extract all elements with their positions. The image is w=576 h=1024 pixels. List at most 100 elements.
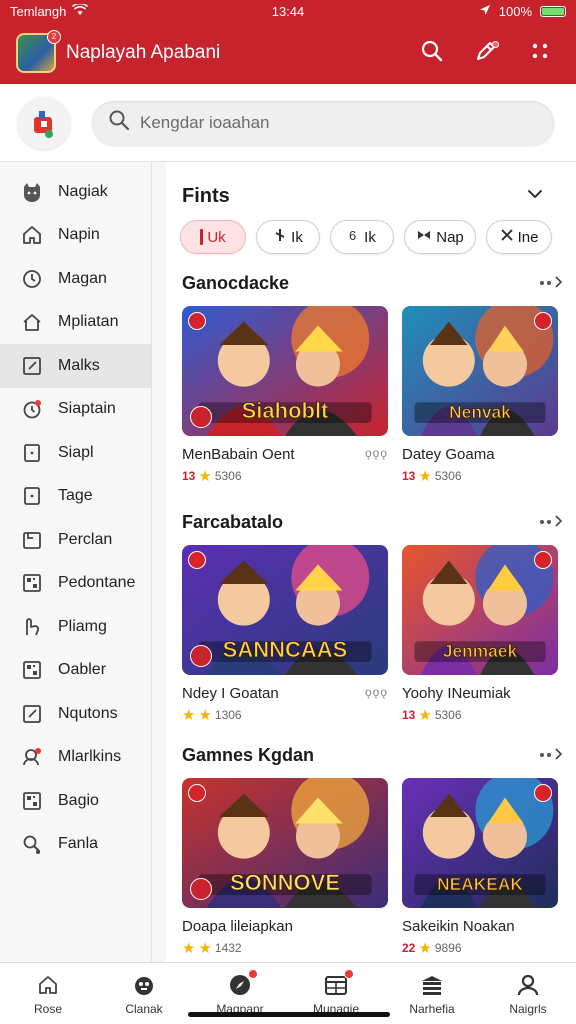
game-card[interactable]: Nenvak Datey Goama 13 ★ 5306 <box>402 306 558 485</box>
game-card[interactable]: Jenmaek Yoohy INeumiak 13 ★ 5306 <box>402 545 558 724</box>
play-icon[interactable] <box>190 406 212 428</box>
game-title: Sakeikin Noakan <box>402 918 515 935</box>
sidebar-item-bagio[interactable]: Bagio <box>0 779 151 823</box>
user-avatar[interactable] <box>18 96 70 149</box>
home-indicator[interactable] <box>188 1012 390 1017</box>
sidebar-item-malks[interactable]: Malks <box>0 344 151 388</box>
favorite-badge-icon[interactable] <box>534 784 552 802</box>
search-person-icon <box>20 832 44 856</box>
star-icon: ★ <box>198 940 212 957</box>
favorite-badge-icon[interactable] <box>188 312 206 330</box>
more-options-icon[interactable]: ǫǫǫ <box>365 685 388 702</box>
star-icon: ★ <box>182 940 196 957</box>
app-logo[interactable]: 2 <box>16 30 61 73</box>
favorite-badge-icon[interactable] <box>188 551 206 569</box>
svg-text:NEAKEAK: NEAKEAK <box>437 874 523 894</box>
section-title: Ganocdacke <box>182 272 290 293</box>
game-section: Ganocdacke Siahoblt MenBabain Oent ǫǫǫ 13 ★… <box>182 268 563 485</box>
card-title-row: Sakeikin Noakan <box>402 918 558 935</box>
sidebar-item-perclan[interactable]: Perclan <box>0 518 151 562</box>
grid-icon <box>20 789 44 813</box>
game-thumbnail[interactable]: Nenvak <box>402 306 558 436</box>
game-card[interactable]: Siahoblt MenBabain Oent ǫǫǫ 13 ★ 5306 <box>182 306 388 485</box>
card-title-row: Yoohy INeumiak <box>402 685 558 702</box>
chip-label: Ine <box>517 228 539 246</box>
chevron-down-icon[interactable] <box>526 185 544 208</box>
filter-header[interactable]: Fints <box>166 176 558 216</box>
chip-icon <box>416 228 432 246</box>
filter-chip[interactable]: Ine <box>486 220 552 254</box>
sidebar-item-label: Pliamg <box>58 617 107 635</box>
svg-text:Siahoblt: Siahoblt <box>242 398 329 423</box>
sidebar-item-siapl[interactable]: Siapl <box>0 431 151 475</box>
play-icon[interactable] <box>190 878 212 900</box>
sidebar-item-fanla[interactable]: Fanla <box>0 823 151 867</box>
game-card[interactable]: SONNOVE Doapa lileiapkan ★ ★ 1432 <box>182 778 388 957</box>
nav-clanak[interactable]: Clanak <box>96 963 192 1024</box>
star-icon: ★ <box>418 707 432 724</box>
meta-count: 1432 <box>214 941 242 955</box>
search-input[interactable] <box>140 112 520 133</box>
rating-number: 13 <box>402 708 416 722</box>
section-more-button[interactable] <box>540 514 563 530</box>
favorite-badge-icon[interactable] <box>188 784 206 802</box>
game-thumbnail[interactable]: Jenmaek <box>402 545 558 675</box>
section-more-button[interactable] <box>540 747 563 763</box>
filter-chip[interactable]: 6 Ik <box>330 220 394 254</box>
star-icon: ★ <box>182 707 196 724</box>
section-title: Gamnes Kgdan <box>182 744 315 765</box>
section-more-button[interactable] <box>540 275 563 291</box>
sidebar-item-nagiak[interactable]: Nagiak <box>0 170 151 214</box>
sidebar-item-pliamg[interactable]: Pliamg <box>0 605 151 649</box>
sidebar-item-pedontane[interactable]: Pedontane <box>0 562 151 606</box>
game-title: Doapa lileiapkan <box>182 918 293 935</box>
chip-label: Uk <box>207 228 226 246</box>
rating-number: 13 <box>402 469 416 483</box>
sidebar-item-label: Mlarlkins <box>58 748 122 766</box>
favorite-badge-icon[interactable] <box>534 551 552 569</box>
sidebar-item-mpliatan[interactable]: Mpliatan <box>0 301 151 345</box>
square-dot-icon <box>20 484 44 508</box>
nav-narhefia[interactable]: Narhefia <box>384 963 480 1024</box>
filter-chip[interactable]: Uk <box>180 220 246 254</box>
sidebar-item-siaptain[interactable]: Siaptain <box>0 388 151 432</box>
game-thumbnail[interactable]: SANNCAAS <box>182 545 388 675</box>
play-icon[interactable] <box>190 645 212 667</box>
sidebar-item-magan[interactable]: Magan <box>0 257 151 301</box>
filter-chip[interactable]: Ik <box>256 220 320 254</box>
game-card[interactable]: SANNCAAS Ndey I Goatan ǫǫǫ ★ ★ 1306 <box>182 545 388 724</box>
more-menu-button[interactable] <box>518 31 562 75</box>
game-title: Datey Goama <box>402 446 495 463</box>
edit-button[interactable] <box>464 31 508 75</box>
game-thumbnail[interactable]: NEAKEAK <box>402 778 558 908</box>
game-thumbnail[interactable]: Siahoblt <box>182 306 388 436</box>
sidebar-item-nqutons[interactable]: Nqutons <box>0 692 151 736</box>
game-card[interactable]: NEAKEAK Sakeikin Noakan 22 ★ 9896 <box>402 778 558 957</box>
card-meta: 13 ★ 5306 <box>402 706 558 724</box>
game-thumbnail[interactable]: SONNOVE <box>182 778 388 908</box>
sidebar-item-label: Nqutons <box>58 704 118 722</box>
sidebar-item-label: Perclan <box>58 530 113 548</box>
main-content: Fints Uk Ik 6 Ik Nap Ine Ganocdacke Siahoblt … <box>166 162 576 962</box>
filter-title: Fints <box>182 184 230 207</box>
home-icon <box>20 223 44 247</box>
search-field[interactable] <box>92 100 554 145</box>
search-icon <box>420 39 444 68</box>
compass-icon <box>226 969 258 999</box>
meta-count: 5306 <box>214 469 242 483</box>
search-button[interactable] <box>410 31 454 75</box>
notification-dot <box>492 41 499 48</box>
sidebar-item-tage[interactable]: Tage <box>0 475 151 519</box>
more-options-icon[interactable]: ǫǫǫ <box>365 446 388 463</box>
nav-rose[interactable]: Rose <box>0 963 96 1024</box>
sidebar-item-mlarlkins[interactable]: Mlarlkins <box>0 736 151 780</box>
chip-icon <box>273 228 287 246</box>
filter-chip[interactable]: Nap <box>404 220 476 254</box>
sidebar-item-napin[interactable]: Napin <box>0 214 151 258</box>
nav-naigrls[interactable]: Naigrls <box>480 963 576 1024</box>
meta-count: 5306 <box>434 708 462 722</box>
favorite-badge-icon[interactable] <box>534 312 552 330</box>
sidebar-item-oabler[interactable]: Oabler <box>0 649 151 693</box>
game-section: Gamnes Kgdan SONNOVE Doapa lileiapkan ★ ★ 1… <box>182 740 563 957</box>
chip-label: Ik <box>364 228 376 246</box>
